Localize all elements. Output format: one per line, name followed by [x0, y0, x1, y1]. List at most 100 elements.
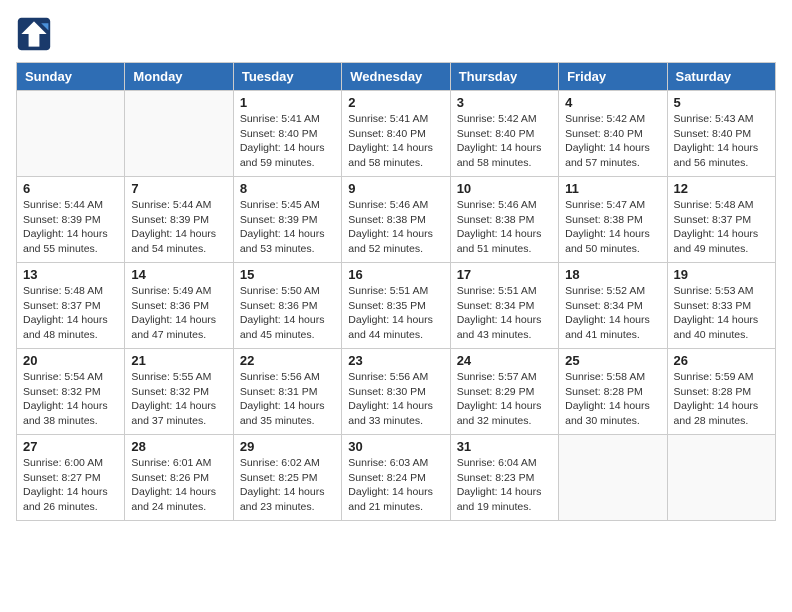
day-info: Sunrise: 5:49 AM Sunset: 8:36 PM Dayligh…	[131, 284, 226, 343]
calendar-day-cell: 17 Sunrise: 5:51 AM Sunset: 8:34 PM Dayli…	[450, 263, 558, 349]
day-info: Sunrise: 5:56 AM Sunset: 8:30 PM Dayligh…	[348, 370, 443, 429]
day-of-week-header: Wednesday	[342, 63, 450, 91]
calendar-day-cell: 23 Sunrise: 5:56 AM Sunset: 8:30 PM Dayli…	[342, 349, 450, 435]
day-of-week-header: Monday	[125, 63, 233, 91]
day-info: Sunrise: 6:03 AM Sunset: 8:24 PM Dayligh…	[348, 456, 443, 515]
page-header	[16, 16, 776, 52]
calendar-day-cell: 6Sunrise: 5:44 AM Sunset: 8:39 PM Daylig…	[17, 177, 125, 263]
calendar-week-row: 6Sunrise: 5:44 AM Sunset: 8:39 PM Daylig…	[17, 177, 776, 263]
calendar-day-cell: 3Sunrise: 5:42 AM Sunset: 8:40 PM Daylig…	[450, 91, 558, 177]
day-info: Sunrise: 5:50 AM Sunset: 8:36 PM Dayligh…	[240, 284, 335, 343]
day-info: Sunrise: 6:04 AM Sunset: 8:23 PM Dayligh…	[457, 456, 552, 515]
day-number: 15	[240, 267, 335, 282]
day-info: Sunrise: 5:54 AM Sunset: 8:32 PM Dayligh…	[23, 370, 118, 429]
calendar-day-cell: 10 Sunrise: 5:46 AM Sunset: 8:38 PM Dayli…	[450, 177, 558, 263]
calendar-day-cell: 7 Sunrise: 5:44 AM Sunset: 8:39 PM Daylig…	[125, 177, 233, 263]
day-number: 18	[565, 267, 660, 282]
calendar-day-cell	[559, 435, 667, 521]
day-info: Sunrise: 5:48 AM Sunset: 8:37 PM Dayligh…	[674, 198, 769, 257]
calendar-day-cell: 12 Sunrise: 5:48 AM Sunset: 8:37 PM Dayli…	[667, 177, 775, 263]
day-of-week-header: Saturday	[667, 63, 775, 91]
calendar-day-cell: 19 Sunrise: 5:53 AM Sunset: 8:33 PM Dayli…	[667, 263, 775, 349]
day-of-week-header: Tuesday	[233, 63, 341, 91]
calendar-day-cell: 1 Sunrise: 5:41 AM Sunset: 8:40 PM Daylig…	[233, 91, 341, 177]
day-info: Sunrise: 5:43 AM Sunset: 8:40 PM Dayligh…	[674, 112, 769, 171]
day-info: Sunrise: 5:41 AM Sunset: 8:40 PM Dayligh…	[240, 112, 335, 171]
day-info: Sunrise: 5:52 AM Sunset: 8:34 PM Dayligh…	[565, 284, 660, 343]
day-number: 14	[131, 267, 226, 282]
calendar-day-cell: 16 Sunrise: 5:51 AM Sunset: 8:35 PM Dayli…	[342, 263, 450, 349]
calendar-week-row: 20Sunrise: 5:54 AM Sunset: 8:32 PM Dayli…	[17, 349, 776, 435]
day-number: 1	[240, 95, 335, 110]
day-info: Sunrise: 5:44 AM Sunset: 8:39 PM Dayligh…	[131, 198, 226, 257]
day-number: 28	[131, 439, 226, 454]
logo	[16, 16, 56, 52]
day-number: 30	[348, 439, 443, 454]
calendar-day-cell: 15 Sunrise: 5:50 AM Sunset: 8:36 PM Dayli…	[233, 263, 341, 349]
calendar-day-cell: 5 Sunrise: 5:43 AM Sunset: 8:40 PM Daylig…	[667, 91, 775, 177]
calendar-day-cell: 26Sunrise: 5:59 AM Sunset: 8:28 PM Dayli…	[667, 349, 775, 435]
calendar-week-row: 13 Sunrise: 5:48 AM Sunset: 8:37 PM Dayli…	[17, 263, 776, 349]
calendar-day-cell: 31 Sunrise: 6:04 AM Sunset: 8:23 PM Dayli…	[450, 435, 558, 521]
day-info: Sunrise: 5:56 AM Sunset: 8:31 PM Dayligh…	[240, 370, 335, 429]
calendar-day-cell: 18 Sunrise: 5:52 AM Sunset: 8:34 PM Dayli…	[559, 263, 667, 349]
day-info: Sunrise: 5:53 AM Sunset: 8:33 PM Dayligh…	[674, 284, 769, 343]
calendar-day-cell	[17, 91, 125, 177]
calendar-day-cell	[667, 435, 775, 521]
calendar-day-cell: 11Sunrise: 5:47 AM Sunset: 8:38 PM Dayli…	[559, 177, 667, 263]
day-number: 13	[23, 267, 118, 282]
day-info: Sunrise: 5:51 AM Sunset: 8:34 PM Dayligh…	[457, 284, 552, 343]
calendar-day-cell: 20Sunrise: 5:54 AM Sunset: 8:32 PM Dayli…	[17, 349, 125, 435]
day-number: 31	[457, 439, 552, 454]
day-info: Sunrise: 5:47 AM Sunset: 8:38 PM Dayligh…	[565, 198, 660, 257]
calendar-day-cell: 22 Sunrise: 5:56 AM Sunset: 8:31 PM Dayli…	[233, 349, 341, 435]
day-number: 29	[240, 439, 335, 454]
calendar-day-cell: 24 Sunrise: 5:57 AM Sunset: 8:29 PM Dayli…	[450, 349, 558, 435]
day-number: 16	[348, 267, 443, 282]
calendar-table: SundayMondayTuesdayWednesdayThursdayFrid…	[16, 62, 776, 521]
day-number: 12	[674, 181, 769, 196]
calendar-day-cell: 4 Sunrise: 5:42 AM Sunset: 8:40 PM Daylig…	[559, 91, 667, 177]
calendar-day-cell: 14 Sunrise: 5:49 AM Sunset: 8:36 PM Dayli…	[125, 263, 233, 349]
day-info: Sunrise: 5:48 AM Sunset: 8:37 PM Dayligh…	[23, 284, 118, 343]
day-number: 25	[565, 353, 660, 368]
day-number: 7	[131, 181, 226, 196]
day-number: 8	[240, 181, 335, 196]
day-number: 19	[674, 267, 769, 282]
day-number: 10	[457, 181, 552, 196]
day-number: 17	[457, 267, 552, 282]
day-number: 23	[348, 353, 443, 368]
day-number: 27	[23, 439, 118, 454]
day-number: 2	[348, 95, 443, 110]
day-info: Sunrise: 5:41 AM Sunset: 8:40 PM Dayligh…	[348, 112, 443, 171]
calendar-day-cell: 9 Sunrise: 5:46 AM Sunset: 8:38 PM Daylig…	[342, 177, 450, 263]
day-of-week-header: Friday	[559, 63, 667, 91]
calendar-week-row: 1 Sunrise: 5:41 AM Sunset: 8:40 PM Daylig…	[17, 91, 776, 177]
day-number: 4	[565, 95, 660, 110]
day-info: Sunrise: 6:00 AM Sunset: 8:27 PM Dayligh…	[23, 456, 118, 515]
day-number: 9	[348, 181, 443, 196]
day-number: 22	[240, 353, 335, 368]
day-number: 21	[131, 353, 226, 368]
day-info: Sunrise: 5:42 AM Sunset: 8:40 PM Dayligh…	[457, 112, 552, 171]
day-info: Sunrise: 5:46 AM Sunset: 8:38 PM Dayligh…	[457, 198, 552, 257]
day-info: Sunrise: 5:58 AM Sunset: 8:28 PM Dayligh…	[565, 370, 660, 429]
day-info: Sunrise: 5:46 AM Sunset: 8:38 PM Dayligh…	[348, 198, 443, 257]
calendar-day-cell: 25 Sunrise: 5:58 AM Sunset: 8:28 PM Dayli…	[559, 349, 667, 435]
calendar-day-cell: 29Sunrise: 6:02 AM Sunset: 8:25 PM Dayli…	[233, 435, 341, 521]
day-info: Sunrise: 5:42 AM Sunset: 8:40 PM Dayligh…	[565, 112, 660, 171]
day-of-week-header: Thursday	[450, 63, 558, 91]
calendar-day-cell: 28Sunrise: 6:01 AM Sunset: 8:26 PM Dayli…	[125, 435, 233, 521]
day-info: Sunrise: 5:44 AM Sunset: 8:39 PM Dayligh…	[23, 198, 118, 257]
day-number: 5	[674, 95, 769, 110]
day-info: Sunrise: 5:51 AM Sunset: 8:35 PM Dayligh…	[348, 284, 443, 343]
calendar-day-cell: 27 Sunrise: 6:00 AM Sunset: 8:27 PM Dayli…	[17, 435, 125, 521]
calendar-day-cell: 2 Sunrise: 5:41 AM Sunset: 8:40 PM Daylig…	[342, 91, 450, 177]
calendar-header-row: SundayMondayTuesdayWednesdayThursdayFrid…	[17, 63, 776, 91]
calendar-day-cell: 30 Sunrise: 6:03 AM Sunset: 8:24 PM Dayli…	[342, 435, 450, 521]
day-info: Sunrise: 5:57 AM Sunset: 8:29 PM Dayligh…	[457, 370, 552, 429]
day-number: 24	[457, 353, 552, 368]
calendar-day-cell: 13 Sunrise: 5:48 AM Sunset: 8:37 PM Dayli…	[17, 263, 125, 349]
day-info: Sunrise: 5:45 AM Sunset: 8:39 PM Dayligh…	[240, 198, 335, 257]
day-info: Sunrise: 5:55 AM Sunset: 8:32 PM Dayligh…	[131, 370, 226, 429]
